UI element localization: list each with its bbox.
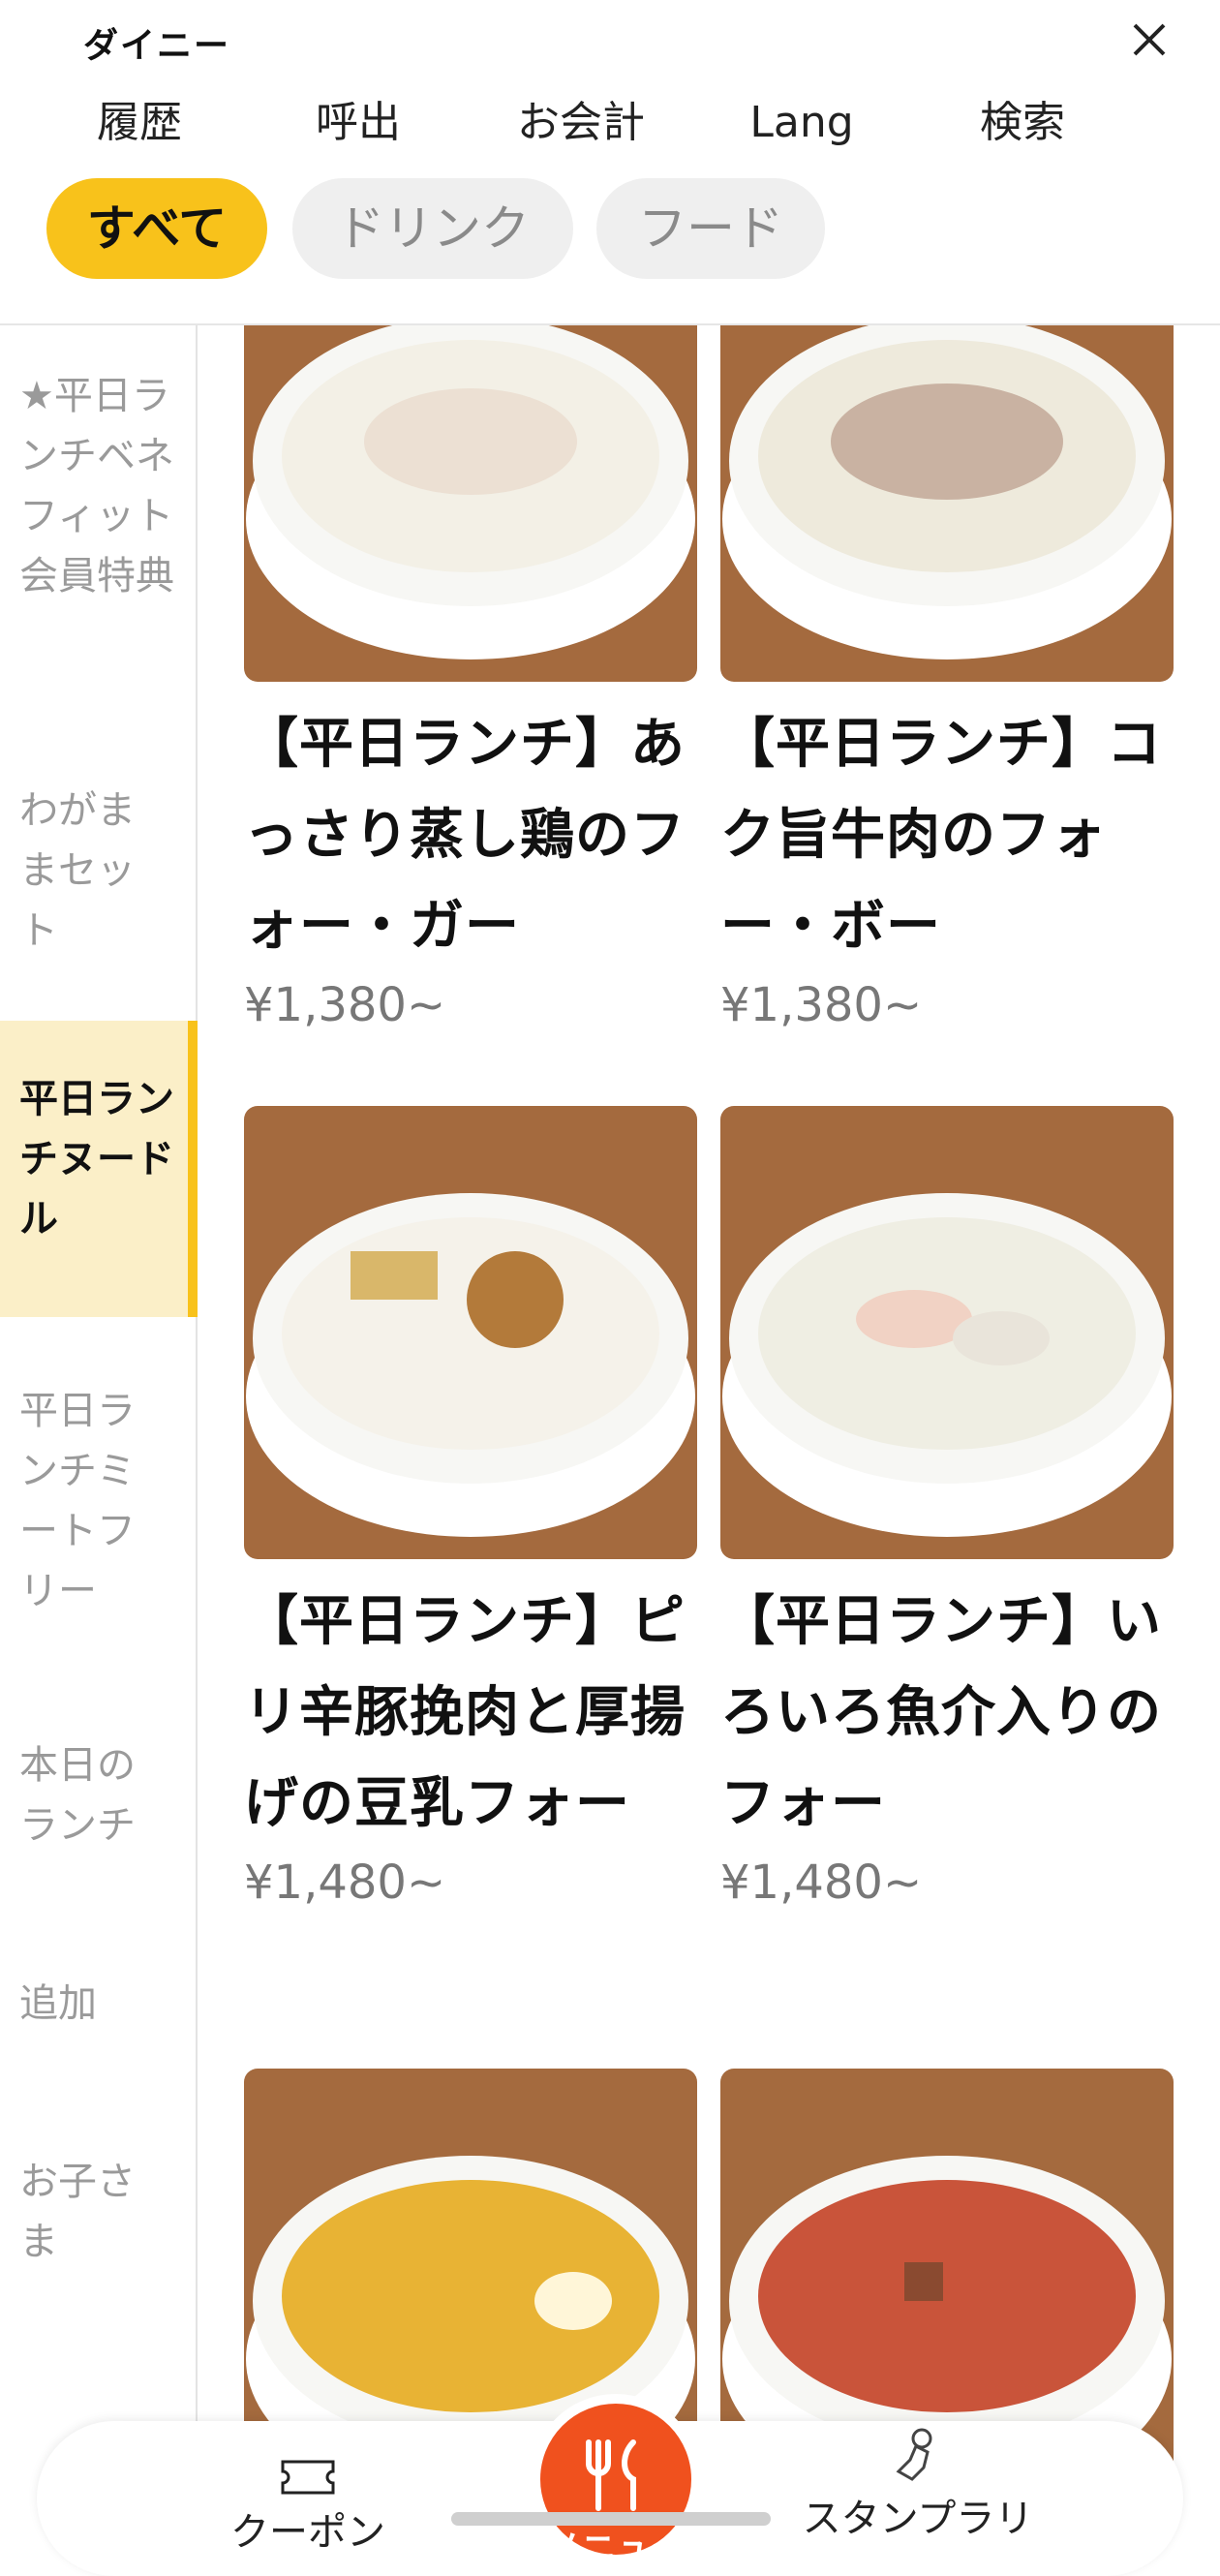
item-name: 【平日ランチ】コク旨牛肉のフォー・ボー	[720, 713, 1162, 958]
food-photo	[720, 1106, 1174, 1559]
item-price: ¥1,480~	[244, 1855, 446, 1910]
nav-call[interactable]: 呼出	[261, 89, 455, 157]
ticket-icon	[281, 2460, 335, 2495]
item-name: 【平日ランチ】あっさり蒸し鶏のフォー・ガー	[244, 713, 686, 958]
menu-grid: 【平日ランチ】あっさり蒸し鶏のフォー・ガー ¥1,380~ 【平日ランチ】コク旨…	[198, 325, 1220, 2546]
item-price: ¥1,480~	[720, 1855, 923, 1910]
tab-coupon[interactable]: クーポン	[201, 2458, 414, 2557]
category-item[interactable]: 平日ランチミートフリー	[0, 1381, 165, 1621]
header: ダイニー 履歴 呼出 お会計 Lang 検索 すべて ドリンク フード	[0, 0, 1220, 325]
nav-checkout[interactable]: お会計	[484, 89, 678, 157]
tab-stamp[interactable]: スタンプラリ	[773, 2425, 1063, 2543]
item-name: 【平日ランチ】ピリ辛豚挽肉と厚揚げの豆乳フォー	[244, 1590, 686, 1835]
menu-button[interactable]: メニュー	[531, 2394, 701, 2568]
chip-drink[interactable]: ドリンク	[292, 178, 573, 279]
close-icon	[1133, 23, 1166, 56]
tab-menu-label: メニュー	[545, 2529, 686, 2568]
category-item[interactable]: わがままセット	[0, 781, 165, 961]
filter-chips: すべて ドリンク フード	[0, 178, 1220, 279]
menu-item-card[interactable]: 【平日ランチ】コク旨牛肉のフォー・ボー ¥1,380~	[720, 325, 1174, 1038]
close-button[interactable]	[1125, 15, 1174, 64]
chip-food[interactable]: フード	[596, 178, 825, 279]
top-nav: 履歴 呼出 お会計 Lang 検索	[0, 89, 1220, 157]
food-photo	[244, 325, 697, 682]
app-title: ダイニー	[83, 26, 231, 66]
category-item[interactable]: ★平日ランチベネフィット会員特典	[0, 366, 184, 606]
chip-all[interactable]: すべて	[46, 178, 267, 279]
stamp-icon	[896, 2428, 932, 2481]
category-item[interactable]: 本日のランチ	[0, 1735, 155, 1855]
menu-item-card[interactable]: 【平日ランチ】あっさり蒸し鶏のフォー・ガー ¥1,380~	[244, 325, 697, 1038]
category-sidebar: ★平日ランチベネフィット会員特典 わがままセット 平日ランチヌードル 平日ランチ…	[0, 325, 198, 2546]
nav-history[interactable]: 履歴	[43, 89, 236, 157]
category-item-active[interactable]: 平日ランチヌードル	[0, 1021, 198, 1317]
item-price: ¥1,380~	[244, 978, 446, 1032]
item-name: 【平日ランチ】いろいろ魚介入りのフォー	[720, 1590, 1162, 1835]
food-photo	[244, 1106, 697, 1559]
tab-stamp-label: スタンプラリ	[802, 2497, 1034, 2541]
menu-item-card[interactable]: 【平日ランチ】ピリ辛豚挽肉と厚揚げの豆乳フォー ¥1,480~	[244, 1106, 697, 1916]
nav-search[interactable]: 検索	[926, 89, 1119, 157]
menu-item-card[interactable]: 【平日ランチ】いろいろ魚介入りのフォー ¥1,480~	[720, 1106, 1174, 1916]
nav-language[interactable]: Lang	[705, 89, 899, 157]
category-item[interactable]: 追加	[0, 1974, 194, 2034]
home-indicator	[451, 2512, 771, 2526]
category-item[interactable]: お子さま	[0, 2152, 155, 2272]
food-photo	[720, 325, 1174, 682]
tab-coupon-label: クーポン	[230, 2510, 385, 2555]
item-price: ¥1,380~	[720, 978, 923, 1032]
